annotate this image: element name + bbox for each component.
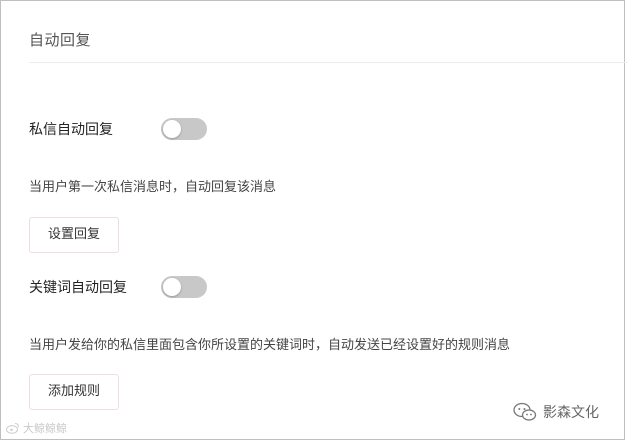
set-reply-button[interactable]: 设置回复 bbox=[29, 217, 120, 253]
keyword-reply-description: 当用户发给你的私信里面包含你所设置的关键词时，自动发送已经设置好的规则消息 bbox=[29, 338, 511, 353]
wechat-icon bbox=[513, 402, 537, 422]
watermark-right-text: 影森文化 bbox=[543, 405, 599, 421]
auto-reply-toggle[interactable] bbox=[161, 118, 207, 140]
toggle-knob bbox=[163, 278, 181, 296]
auto-reply-label: 私信自动回复 bbox=[29, 122, 113, 138]
title-divider bbox=[29, 62, 627, 63]
add-rule-button[interactable]: 添加规则 bbox=[29, 374, 120, 410]
watermark-right: 影森文化 bbox=[513, 402, 599, 422]
panel-frame: 自动回复 私信自动回复 当用户第一次私信消息时，自动回复该消息 设置回复 关键词… bbox=[0, 0, 627, 440]
weibo-icon bbox=[6, 422, 20, 434]
keyword-reply-toggle[interactable] bbox=[161, 276, 207, 298]
page-title: 自动回复 bbox=[29, 31, 92, 49]
keyword-reply-label: 关键词自动回复 bbox=[29, 280, 127, 296]
auto-reply-description: 当用户第一次私信消息时，自动回复该消息 bbox=[29, 180, 277, 195]
watermark-left: 大鲸鲸鲸 bbox=[6, 420, 67, 436]
watermark-left-text: 大鲸鲸鲸 bbox=[23, 422, 67, 435]
toggle-knob bbox=[163, 120, 181, 138]
